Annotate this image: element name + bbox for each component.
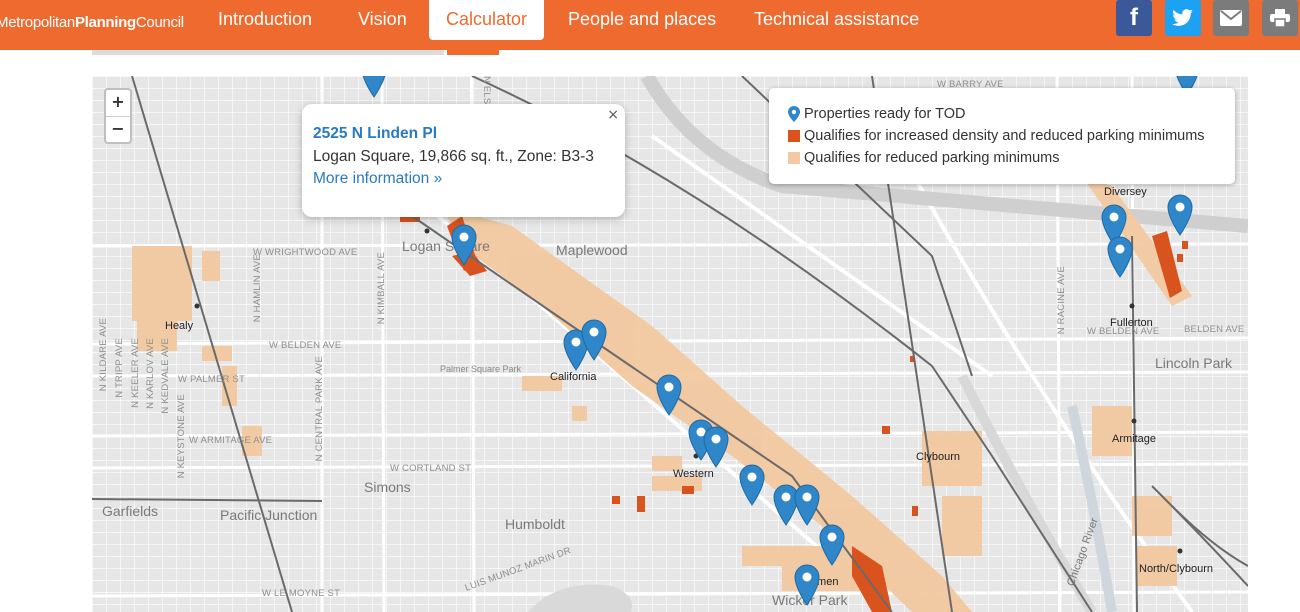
map-legend: Properties ready for TOD Qualifies for i… [769, 88, 1235, 184]
property-popup: × 2525 N Linden Pl Logan Square, 19,866 … [302, 104, 625, 217]
street-wrightwood: W WRIGHTWOOD AVE [253, 247, 358, 258]
popup-title[interactable]: 2525 N Linden Pl [313, 125, 437, 143]
street-belden-east: W BELDEN AVE [1087, 326, 1160, 337]
park-palmer-square: Palmer Square Park [440, 364, 522, 374]
street-kedvale: N KEDVALE AVE [160, 338, 171, 414]
property-marker[interactable] [1167, 194, 1193, 236]
station-diversey: Diversey [1104, 186, 1147, 198]
property-marker[interactable] [656, 374, 682, 416]
label-simons: Simons [364, 479, 411, 495]
map[interactable]: Logan Square Maplewood Simons Pacific Ju… [92, 76, 1248, 612]
street-keeler: N KEELER AVE [130, 338, 141, 408]
twitter-icon[interactable] [1165, 0, 1201, 36]
nav-people-and-places[interactable]: People and places [568, 0, 716, 40]
label-maplewood: Maplewood [556, 242, 628, 258]
legend-swatch-light [788, 152, 800, 164]
search-field-edge [92, 50, 444, 55]
nav-calculator[interactable]: Calculator [429, 0, 545, 40]
legend-item-increased-density: Qualifies for increased density and redu… [788, 128, 1205, 144]
station-california: California [550, 371, 597, 383]
legend-swatch-dark [788, 130, 800, 142]
email-icon[interactable] [1213, 0, 1249, 36]
property-marker[interactable] [794, 484, 820, 526]
popup-more-link[interactable]: More information » [313, 170, 442, 188]
station-western: Western [673, 468, 714, 480]
zoom-control: + − [104, 88, 132, 144]
street-central-park: N CENTRAL PARK AVE [314, 356, 325, 462]
street-hamlin: N HAMLIN AVE [252, 254, 263, 323]
property-marker[interactable] [451, 224, 477, 266]
map-marker-icon [788, 106, 800, 122]
nav-vision[interactable]: Vision [358, 0, 407, 40]
street-le-moyne: W LE MOYNE ST [262, 588, 341, 599]
legend-item-properties: Properties ready for TOD [788, 106, 966, 122]
logo-suffix: Council [135, 14, 184, 31]
street-kildare: N KILDARE AVE [98, 318, 109, 392]
street-racine: N RACINE AVE [1056, 266, 1067, 335]
property-marker[interactable] [794, 564, 820, 606]
label-pacific-junction: Pacific Junction [220, 507, 318, 523]
street-keystone: N KEYSTONE AVE [176, 394, 187, 479]
street-palmer: W PALMER ST [178, 374, 245, 385]
label-garfields: Garfields [102, 503, 159, 519]
street-armitage: W ARMITAGE AVE [189, 435, 273, 446]
logo-bold: Planning [74, 14, 136, 31]
station-north-clybourn: North/Clybourn [1139, 563, 1213, 575]
property-marker[interactable] [819, 524, 845, 566]
logo[interactable]: MetropolitanPlanningCouncil [0, 14, 184, 31]
logo-prefix: Metropolitan [0, 14, 75, 31]
street-karlov: N KARLOV AVE [145, 338, 156, 409]
zoom-out-button[interactable]: − [106, 116, 130, 142]
street-kimball: N KIMBALL AVE [376, 252, 387, 325]
property-marker[interactable] [739, 464, 765, 506]
legend-item-reduced-parking: Qualifies for reduced parking minimums [788, 150, 1060, 166]
legend-label-increased-density: Qualifies for increased density and redu… [804, 128, 1205, 144]
property-marker[interactable] [1107, 236, 1133, 278]
search-button-edge [447, 50, 499, 55]
popup-description: Logan Square, 19,866 sq. ft., Zone: B3-3 [313, 148, 594, 165]
popup-close-button[interactable]: × [607, 107, 619, 123]
street-tripp: N TRIPP AVE [114, 338, 125, 398]
legend-label-properties: Properties ready for TOD [804, 106, 966, 122]
print-icon[interactable] [1262, 0, 1298, 36]
station-clybourn: Clybourn [916, 451, 961, 463]
property-marker[interactable] [703, 426, 729, 468]
facebook-icon[interactable]: f [1116, 0, 1152, 36]
label-lincoln-park: Lincoln Park [1155, 355, 1233, 371]
street-belden: W BELDEN AVE [269, 340, 342, 351]
top-nav-bar: MetropolitanPlanningCouncil Introduction… [0, 0, 1300, 50]
property-marker[interactable] [581, 319, 607, 361]
nav-introduction[interactable]: Introduction [218, 0, 312, 40]
zoom-in-button[interactable]: + [106, 90, 130, 116]
nav-technical-assistance[interactable]: Technical assistance [754, 0, 919, 40]
property-marker[interactable] [361, 76, 387, 98]
station-armitage: Armitage [1112, 433, 1157, 445]
station-healy: Healy [165, 320, 194, 332]
label-humboldt: Humboldt [505, 516, 565, 532]
legend-label-reduced-parking: Qualifies for reduced parking minimums [804, 150, 1060, 166]
street-belden-far-east: BELDEN AVE [1184, 324, 1245, 335]
street-cortland: W CORTLAND ST [390, 463, 472, 474]
